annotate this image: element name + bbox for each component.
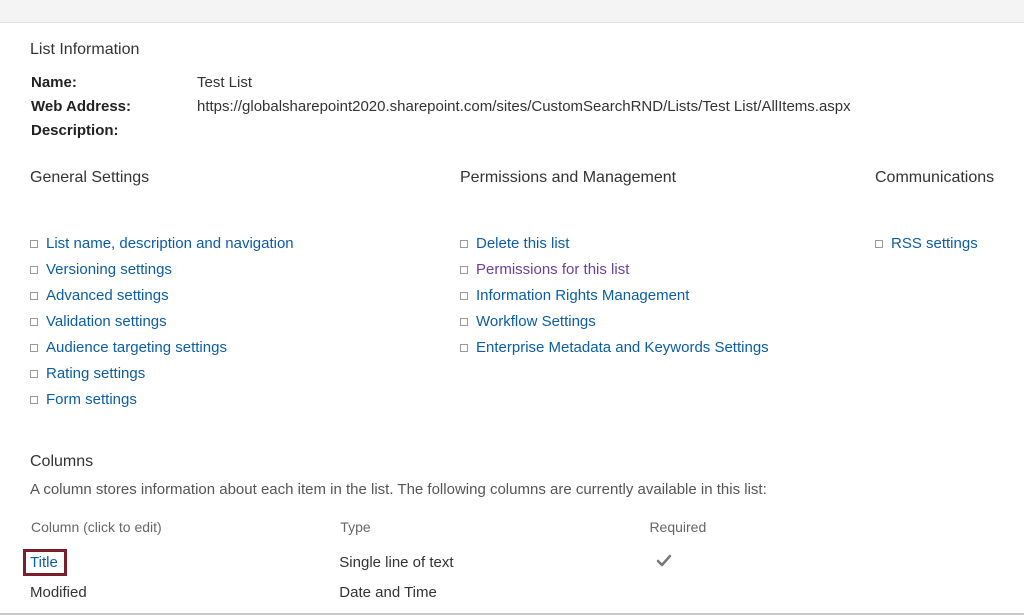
link-versioning-settings[interactable]: Versioning settings bbox=[46, 261, 172, 278]
columns-description: A column stores information about each i… bbox=[30, 481, 1020, 498]
window-top-bar bbox=[0, 0, 1024, 23]
list-item: Audience targeting settings bbox=[30, 339, 460, 356]
link-validation-settings[interactable]: Validation settings bbox=[46, 313, 167, 330]
permissions-col: Permissions and Management Delete this l… bbox=[460, 169, 875, 417]
page-content: List Information Name: Test List Web Add… bbox=[0, 23, 1020, 605]
bullet-icon bbox=[30, 292, 38, 300]
link-enterprise-metadata[interactable]: Enterprise Metadata and Keywords Setting… bbox=[476, 339, 769, 356]
list-item: List name, description and navigation bbox=[30, 235, 460, 252]
link-info-rights-mgmt[interactable]: Information Rights Management bbox=[476, 287, 689, 304]
columns-section: Columns A column stores information abou… bbox=[30, 453, 1020, 605]
column-required-value bbox=[648, 580, 750, 605]
link-list-name-description[interactable]: List name, description and navigation bbox=[46, 235, 294, 252]
column-type-value: Single line of text bbox=[339, 545, 648, 580]
info-name-label: Name: bbox=[30, 73, 196, 97]
general-link-list: List name, description and navigation Ve… bbox=[30, 235, 460, 408]
list-item: Information Rights Management bbox=[460, 287, 875, 304]
bullet-icon bbox=[30, 240, 38, 248]
link-permissions-for-list[interactable]: Permissions for this list bbox=[476, 261, 629, 278]
column-link-modified[interactable]: Modified bbox=[30, 584, 87, 601]
columns-header-type: Type bbox=[339, 518, 648, 545]
permissions-link-list: Delete this list Permissions for this li… bbox=[460, 235, 875, 356]
general-settings-col: General Settings List name, description … bbox=[30, 169, 460, 417]
communications-col: Communications RSS settings bbox=[875, 169, 1005, 417]
bullet-icon bbox=[30, 396, 38, 404]
info-name-value: Test List bbox=[196, 73, 852, 97]
link-workflow-settings[interactable]: Workflow Settings bbox=[476, 313, 596, 330]
info-desc-label: Description: bbox=[30, 121, 196, 145]
link-rss-settings[interactable]: RSS settings bbox=[891, 235, 978, 252]
bullet-icon bbox=[875, 240, 883, 248]
column-required-value bbox=[648, 545, 750, 580]
bullet-icon bbox=[30, 266, 38, 274]
info-web-label: Web Address: bbox=[30, 97, 196, 121]
link-advanced-settings[interactable]: Advanced settings bbox=[46, 287, 169, 304]
list-item: Rating settings bbox=[30, 365, 460, 382]
link-form-settings[interactable]: Form settings bbox=[46, 391, 137, 408]
link-audience-targeting[interactable]: Audience targeting settings bbox=[46, 339, 227, 356]
bullet-icon bbox=[460, 240, 468, 248]
info-table: Name: Test List Web Address: https://glo… bbox=[30, 73, 852, 145]
bullet-icon bbox=[460, 266, 468, 274]
list-item: Validation settings bbox=[30, 313, 460, 330]
columns-heading: Columns bbox=[30, 453, 1020, 471]
table-row: Modified Date and Time bbox=[30, 580, 750, 605]
columns-header-required: Required bbox=[648, 518, 750, 545]
list-item: Versioning settings bbox=[30, 261, 460, 278]
bullet-icon bbox=[30, 318, 38, 326]
list-item: Workflow Settings bbox=[460, 313, 875, 330]
columns-header-name: Column (click to edit) bbox=[30, 518, 339, 545]
settings-columns-row: General Settings List name, description … bbox=[30, 169, 1020, 417]
link-rating-settings[interactable]: Rating settings bbox=[46, 365, 145, 382]
communications-link-list: RSS settings bbox=[875, 235, 1005, 252]
list-item: RSS settings bbox=[875, 235, 1005, 252]
permissions-heading: Permissions and Management bbox=[460, 169, 875, 187]
general-settings-heading: General Settings bbox=[30, 169, 460, 187]
list-item: Enterprise Metadata and Keywords Setting… bbox=[460, 339, 875, 356]
list-information-heading: List Information bbox=[30, 41, 1020, 59]
bullet-icon bbox=[30, 370, 38, 378]
info-desc-value bbox=[196, 121, 852, 145]
highlight-box: Title bbox=[23, 549, 67, 576]
table-row: Title Single line of text bbox=[30, 545, 750, 580]
info-web-value: https://globalsharepoint2020.sharepoint.… bbox=[196, 97, 852, 121]
list-item: Permissions for this list bbox=[460, 261, 875, 278]
communications-heading: Communications bbox=[875, 169, 1005, 187]
list-item: Advanced settings bbox=[30, 287, 460, 304]
column-link-title[interactable]: Title bbox=[30, 554, 58, 571]
list-item: Form settings bbox=[30, 391, 460, 408]
link-delete-list[interactable]: Delete this list bbox=[476, 235, 569, 252]
list-item: Delete this list bbox=[460, 235, 875, 252]
bullet-icon bbox=[30, 344, 38, 352]
check-icon bbox=[656, 553, 672, 569]
bullet-icon bbox=[460, 292, 468, 300]
columns-table: Column (click to edit) Type Required Tit… bbox=[30, 518, 750, 605]
column-type-value: Date and Time bbox=[339, 580, 648, 605]
bullet-icon bbox=[460, 344, 468, 352]
bullet-icon bbox=[460, 318, 468, 326]
